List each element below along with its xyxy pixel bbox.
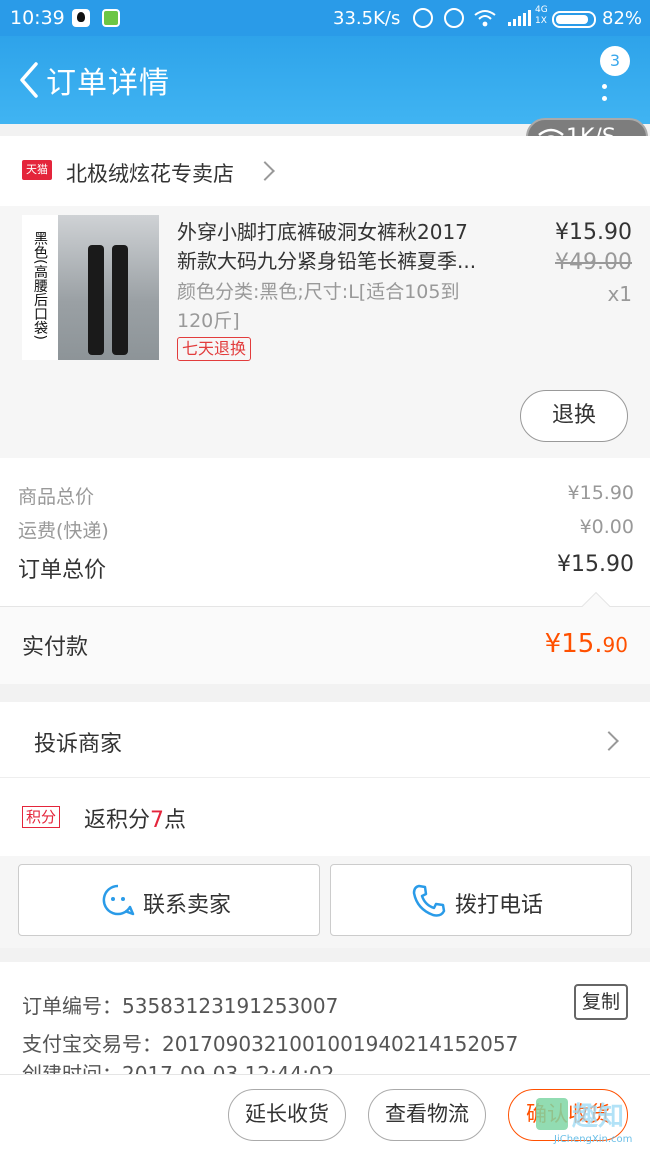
product-name: 外穿小脚打底裤破洞女裤秋2017 新款大码九分紧身铅笔长裤夏季...	[177, 220, 477, 273]
copy-button[interactable]: 复制	[574, 984, 628, 1020]
wechat-icon	[102, 9, 120, 27]
alipay-trade-number: 支付宝交易号：2017090321001001940214152057	[22, 1032, 519, 1056]
contact-actions: 联系卖家 拨打电话	[0, 856, 650, 948]
extend-receipt-button[interactable]: 延长收货	[228, 1089, 346, 1141]
phone-icon	[412, 884, 446, 917]
paid-amount: ¥15.90	[544, 629, 628, 659]
contact-seller-button[interactable]: 联系卖家	[18, 864, 320, 936]
shop-row[interactable]: 天猫 北极绒炫花专卖店	[0, 136, 650, 206]
page-title: 订单详情	[46, 66, 170, 101]
more-dot-icon	[602, 84, 607, 89]
paid-label: 实付款	[22, 635, 89, 660]
mute-icon	[413, 8, 433, 28]
order-info: 订单编号：53583123191253007 支付宝交易号：2017090321…	[0, 962, 650, 1074]
app-header: 订单详情 3	[0, 36, 650, 124]
complain-merchant-row[interactable]: 投诉商家	[0, 702, 650, 778]
back-icon[interactable]	[14, 60, 44, 100]
contact-seller-label: 联系卖家	[143, 893, 232, 918]
product-item[interactable]: 黑色(高腰后口袋) 外穿小脚打底裤破洞女裤秋2017 新款大码九分紧身铅笔长裤夏…	[0, 206, 650, 458]
status-time: 10:39	[10, 7, 65, 29]
tmall-logo-icon: 天猫	[22, 160, 52, 180]
battery-icon	[552, 11, 596, 28]
battery-percent: 82%	[602, 8, 643, 29]
notification-badge: 3	[600, 46, 630, 76]
product-price: ¥15.90	[555, 220, 632, 245]
product-photo	[58, 215, 159, 360]
product-attributes: 颜色分类:黑色;尺寸:L[适合105到 120斤]	[177, 281, 460, 332]
points-row: 积分 返积分7点	[0, 778, 650, 856]
net-speed: 33.5K/s	[333, 8, 401, 29]
original-price: ¥49.00	[555, 250, 632, 275]
product-image-tag: 黑色(高腰后口袋)	[24, 217, 56, 353]
call-button[interactable]: 拨打电话	[330, 864, 632, 936]
order-number: 订单编号：53583123191253007	[22, 994, 339, 1018]
call-label: 拨打电话	[455, 893, 544, 918]
status-bar: 10:39 33.5K/s 4G 1X 82%	[0, 0, 650, 36]
points-tag: 积分	[22, 806, 61, 828]
points-text: 返积分7点	[84, 808, 187, 833]
chevron-right-icon	[599, 731, 619, 751]
view-logistics-button[interactable]: 查看物流	[368, 1089, 486, 1141]
refund-button[interactable]: 退换	[520, 390, 628, 442]
seven-day-return-badge: 七天退换	[177, 337, 252, 361]
more-menu-button[interactable]: 3	[594, 46, 634, 106]
wifi-icon	[474, 10, 496, 27]
product-image[interactable]: 黑色(高腰后口袋)	[22, 215, 159, 360]
qq-icon	[72, 9, 90, 27]
price-summary: 商品总价 ¥15.90 运费(快递) ¥0.00 订单总价 ¥15.90	[0, 458, 650, 606]
product-quantity: x1	[607, 282, 632, 306]
chevron-right-icon	[255, 161, 275, 181]
more-dot-icon	[602, 96, 607, 101]
watermark-logo: 趣知 JiChengXin.com	[536, 1086, 648, 1148]
watermark-icon	[536, 1098, 568, 1130]
complain-label: 投诉商家	[34, 732, 123, 757]
actual-payment-row: 实付款 ¥15.90	[0, 606, 650, 684]
created-time: 创建时间：2017-09-03 12:44:02	[22, 1062, 335, 1074]
chat-icon	[102, 884, 135, 916]
shop-name: 北极绒炫花专卖店	[66, 162, 234, 186]
signal-icon	[508, 10, 531, 26]
network-type: 4G 1X	[535, 5, 548, 26]
alarm-icon	[444, 8, 464, 28]
